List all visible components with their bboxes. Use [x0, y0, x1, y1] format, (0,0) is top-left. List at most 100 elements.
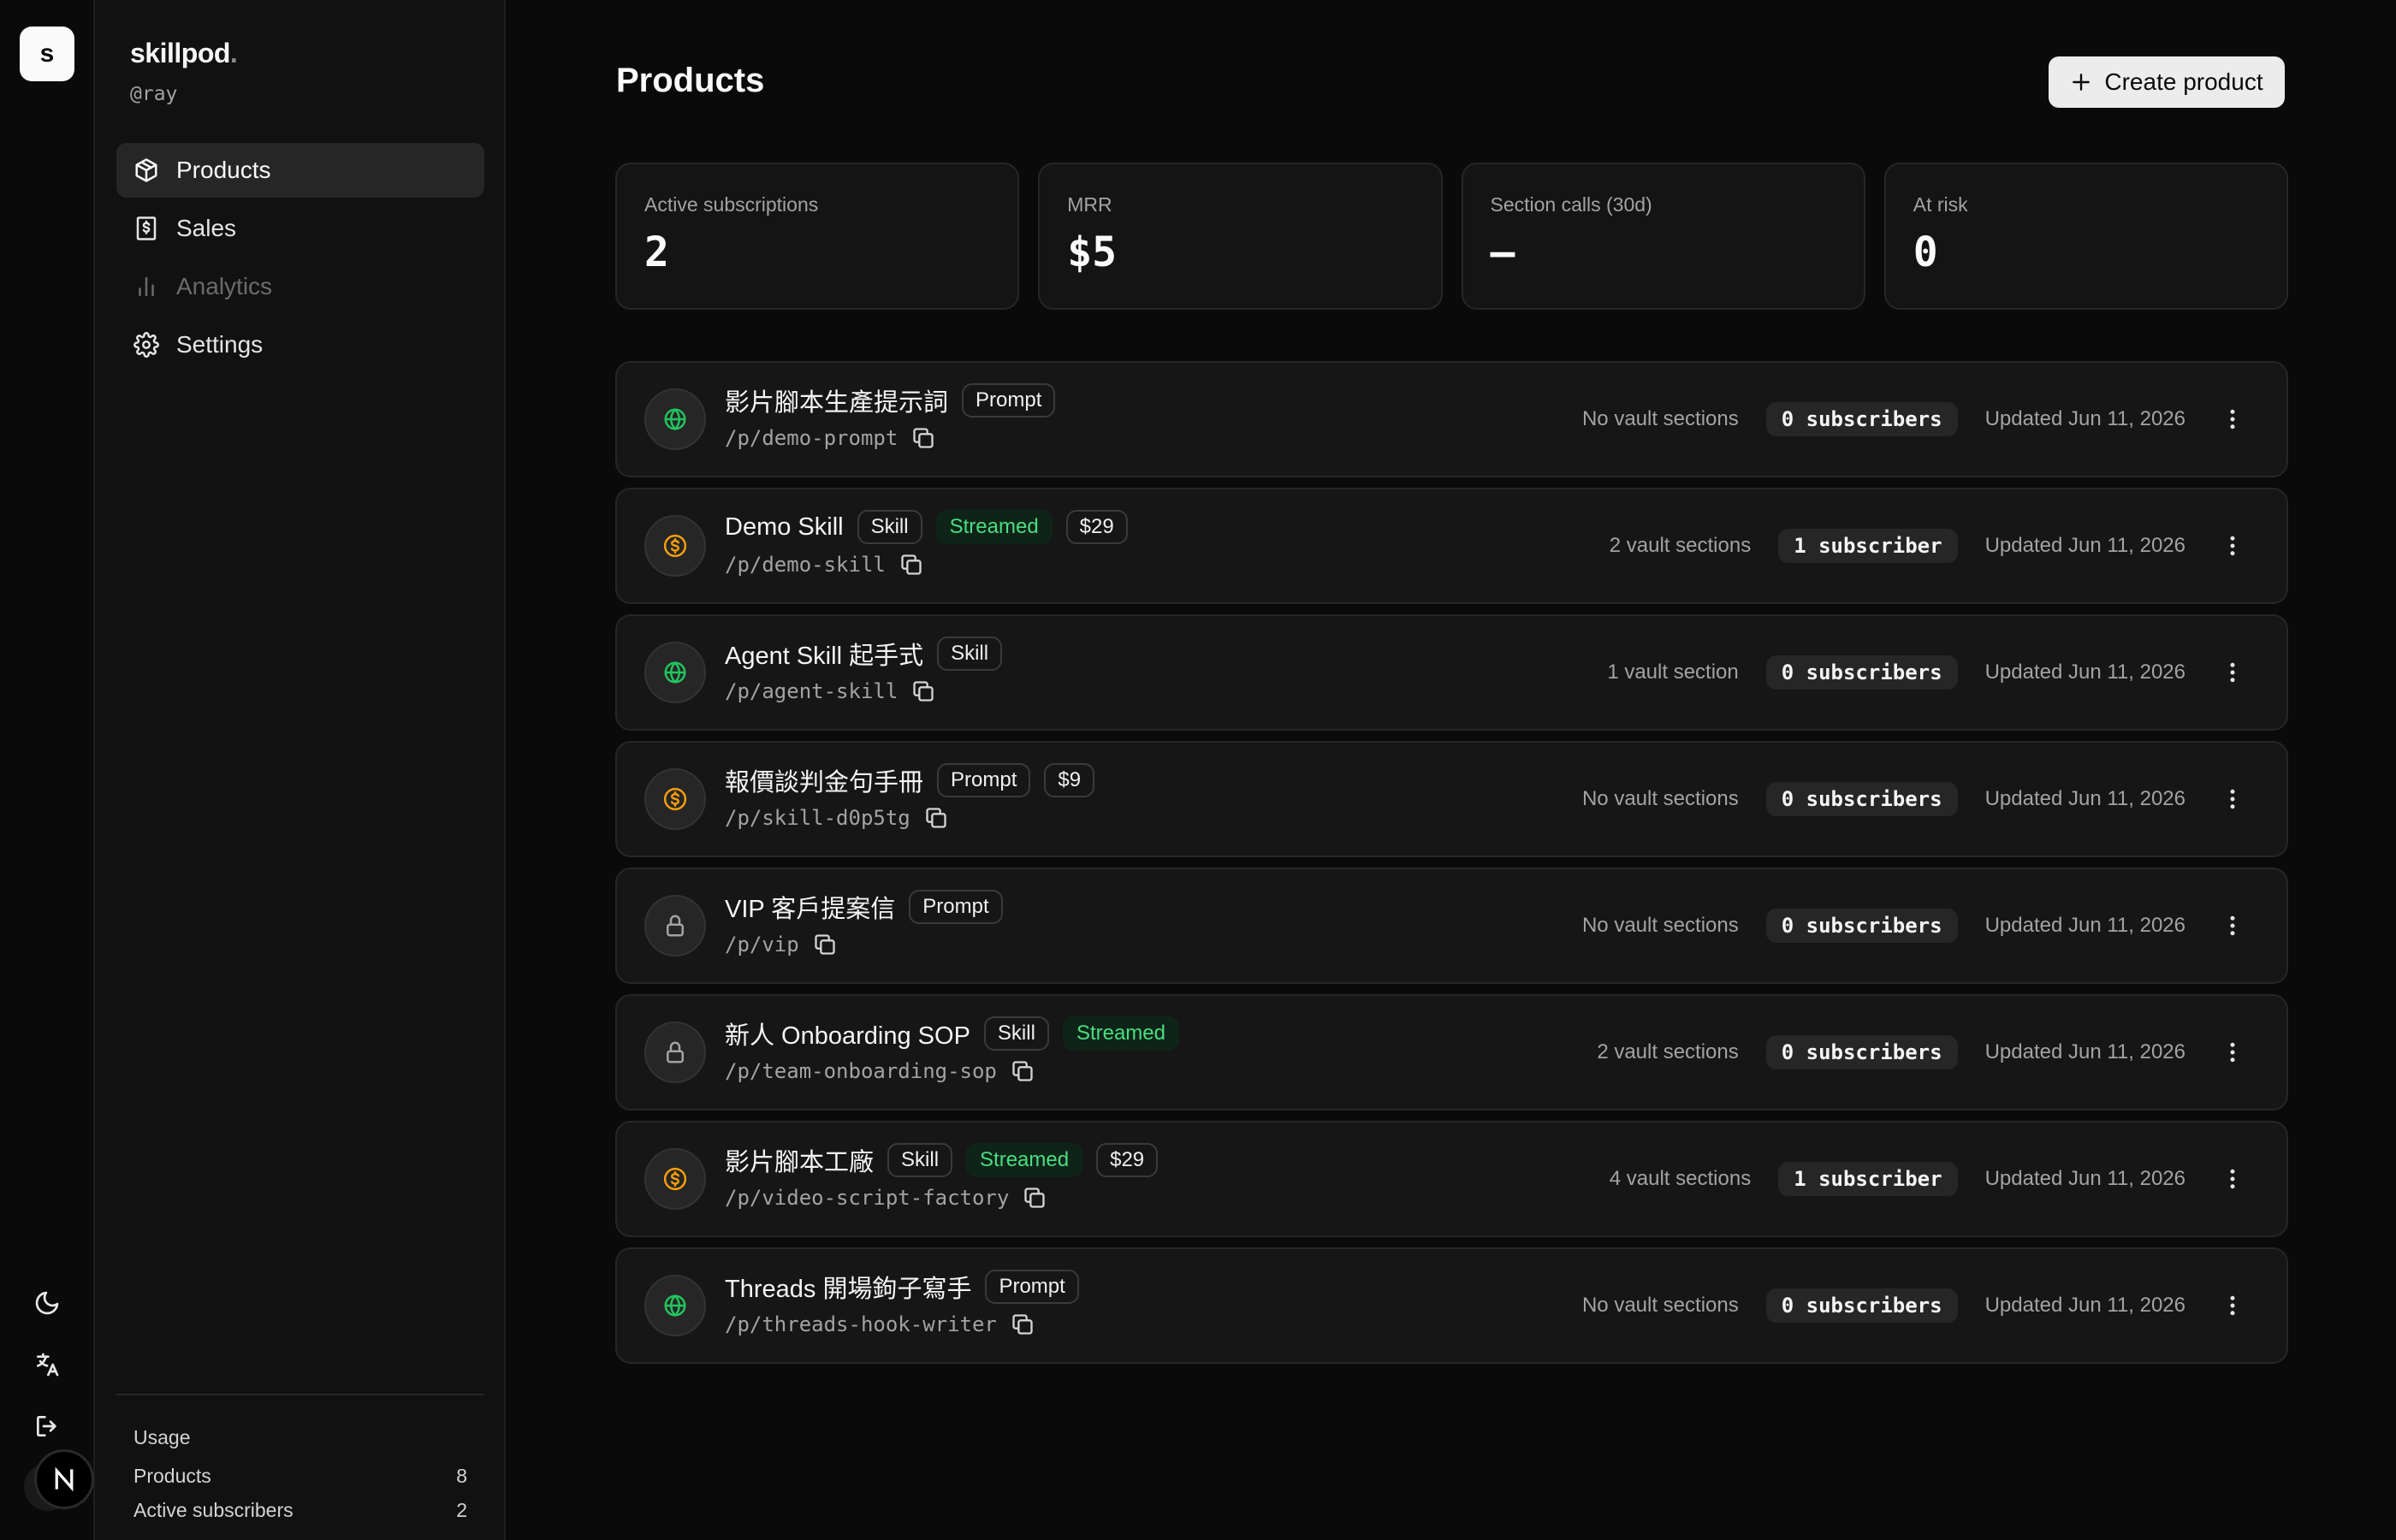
vault-sections: 2 vault sections — [1609, 534, 1752, 557]
sidebar-item-analytics[interactable]: Analytics — [116, 259, 484, 314]
product-name[interactable]: Agent Skill 起手式 — [725, 636, 923, 672]
copy-icon[interactable] — [1011, 1059, 1035, 1083]
streamed-chip: Streamed — [935, 510, 1053, 544]
stat-value: $5 — [1067, 228, 1118, 276]
subscriber-badge: 1 subscriber — [1778, 1162, 1958, 1196]
row-menu-button[interactable] — [2220, 782, 2245, 816]
product-row[interactable]: Agent Skill 起手式 Skill /p/agent-skill 1 v… — [615, 614, 2288, 731]
copy-icon[interactable] — [899, 553, 923, 577]
streamed-chip: Streamed — [966, 1143, 1083, 1177]
product-name[interactable]: Demo Skill — [725, 513, 844, 542]
translate-icon — [37, 1353, 59, 1377]
product-name[interactable]: 新人 Onboarding SOP — [725, 1016, 970, 1051]
main-content: Products Create product Active subscript… — [506, 0, 2396, 1540]
dark-mode-toggle[interactable] — [27, 1283, 67, 1323]
brand-name[interactable]: skillpod. — [130, 38, 238, 69]
vault-sections: 2 vault sections — [1597, 1040, 1739, 1063]
row-menu-button[interactable] — [2220, 529, 2245, 563]
product-meta: No vault sections 0 subscribers Updated … — [1582, 1249, 2245, 1362]
product-name[interactable]: VIP 客戶提案信 — [725, 889, 895, 925]
stat-label: At risk — [1913, 193, 1968, 216]
product-title-line: 新人 Onboarding SOP Skill Streamed — [725, 1015, 1193, 1052]
row-menu-button[interactable] — [2220, 909, 2245, 943]
sidebar-nav: Products Sales Analytics Settings — [116, 143, 484, 376]
product-meta: 1 vault section 0 subscribers Updated Ju… — [1607, 616, 2245, 729]
receipt-icon — [136, 216, 157, 240]
avatar[interactable] — [34, 1449, 94, 1509]
product-slug: /p/vip — [725, 933, 799, 957]
updated-date: Updated Jun 11, 2026 — [1984, 787, 2185, 810]
plus-icon — [2073, 74, 2091, 91]
subscriber-badge: 0 subscribers — [1765, 1035, 1958, 1069]
dollar-icon — [663, 534, 687, 558]
row-menu-button[interactable] — [2220, 1162, 2245, 1196]
logout-button[interactable] — [27, 1407, 67, 1446]
subscriber-badge: 0 subscribers — [1765, 909, 1958, 943]
create-product-button[interactable]: Create product — [2049, 56, 2285, 108]
gear-icon — [133, 332, 159, 358]
product-row[interactable]: 影片腳本工廠 Skill Streamed $29 /p/video-script… — [615, 1121, 2288, 1237]
stat-label: Active subscriptions — [644, 193, 819, 216]
product-type-chip: Prompt — [937, 763, 1031, 797]
product-name[interactable]: 影片腳本工廠 — [725, 1142, 874, 1178]
sidebar-item-label: Products — [176, 157, 271, 183]
usage-title: Usage — [133, 1426, 191, 1448]
more-vertical-icon — [2230, 662, 2235, 683]
product-row[interactable]: Threads 開場鉤子寫手 Prompt /p/threads-hook-wr… — [615, 1247, 2288, 1364]
copy-icon[interactable] — [1023, 1186, 1047, 1210]
product-type-chip: Prompt — [985, 1270, 1079, 1304]
product-visibility-badge — [644, 1275, 706, 1336]
copy-icon[interactable] — [1011, 1312, 1035, 1336]
row-menu-button[interactable] — [2220, 655, 2245, 690]
product-slug-line: /p/demo-skill — [725, 553, 923, 577]
row-menu-button[interactable] — [2220, 402, 2245, 436]
product-title-line: Agent Skill 起手式 Skill — [725, 635, 1016, 672]
sidebar-item-sales[interactable]: Sales — [116, 201, 484, 256]
dollar-icon — [663, 787, 687, 811]
app-logo[interactable]: s — [20, 27, 74, 81]
language-button[interactable] — [27, 1345, 67, 1384]
logout-icon — [37, 1416, 56, 1436]
product-name[interactable]: Threads 開場鉤子寫手 — [725, 1269, 971, 1305]
subscriber-badge: 0 subscribers — [1765, 402, 1958, 436]
product-title-line: 影片腳本生產提示詞 Prompt — [725, 382, 1069, 419]
sidebar: skillpod. @ray Products Sales Analytics … — [95, 0, 506, 1540]
product-slug: /p/demo-prompt — [725, 426, 898, 450]
price-chip: $9 — [1044, 763, 1095, 797]
copy-icon[interactable] — [911, 679, 935, 703]
icon-rail: s — [0, 0, 95, 1540]
product-meta: 2 vault sections 0 subscribers Updated J… — [1597, 996, 2245, 1109]
subscriber-badge: 0 subscribers — [1765, 655, 1958, 690]
vault-sections: No vault sections — [1581, 787, 1739, 810]
product-row[interactable]: 報價談判金句手冊 Prompt $9 /p/skill-d0p5tg No va… — [615, 741, 2288, 857]
more-vertical-icon — [2230, 1169, 2235, 1189]
row-menu-button[interactable] — [2220, 1288, 2245, 1323]
sidebar-item-settings[interactable]: Settings — [116, 317, 484, 372]
more-vertical-icon — [2230, 1042, 2235, 1063]
product-slug-line: /p/vip — [725, 933, 837, 957]
copy-icon[interactable] — [911, 426, 935, 450]
price-chip: $29 — [1096, 1143, 1159, 1177]
product-row[interactable]: 影片腳本生產提示詞 Prompt /p/demo-prompt No vault… — [615, 361, 2288, 477]
product-row[interactable]: VIP 客戶提案信 Prompt /p/vip No vault section… — [615, 868, 2288, 984]
product-meta: No vault sections 0 subscribers Updated … — [1582, 743, 2245, 856]
product-meta: No vault sections 0 subscribers Updated … — [1582, 363, 2245, 476]
product-row[interactable]: Demo Skill Skill Streamed $29 /p/demo-ski… — [615, 488, 2288, 604]
product-name[interactable]: 影片腳本生產提示詞 — [725, 382, 948, 418]
sidebar-item-products[interactable]: Products — [116, 143, 484, 198]
product-name[interactable]: 報價談判金句手冊 — [725, 762, 923, 798]
row-menu-button[interactable] — [2220, 1035, 2245, 1069]
updated-date: Updated Jun 11, 2026 — [1984, 660, 2185, 684]
usage-value: 2 — [456, 1499, 467, 1521]
vault-sections: No vault sections — [1581, 1294, 1739, 1317]
sidebar-item-label: Settings — [176, 331, 264, 358]
vault-sections: 1 vault section — [1607, 660, 1739, 684]
vault-sections: 4 vault sections — [1609, 1167, 1752, 1190]
product-row[interactable]: 新人 Onboarding SOP Skill Streamed /p/team… — [615, 994, 2288, 1111]
subscriber-badge: 1 subscriber — [1778, 529, 1958, 563]
copy-icon[interactable] — [813, 933, 837, 957]
copy-icon[interactable] — [924, 806, 948, 830]
n-logo-icon — [55, 1466, 74, 1492]
bar-chart-icon — [139, 276, 154, 297]
usage-row-products: Products 8 — [133, 1465, 467, 1499]
